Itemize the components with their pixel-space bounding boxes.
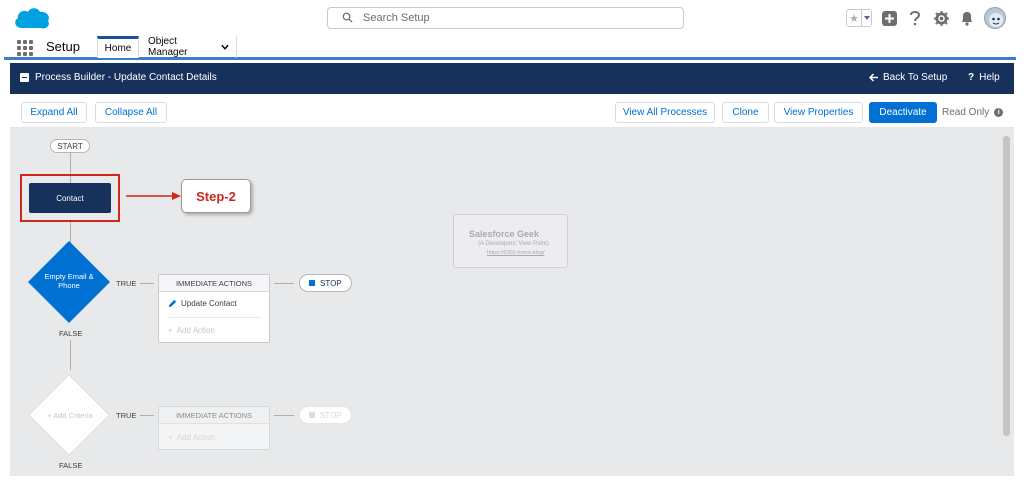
immediate-actions-header: IMMEDIATE ACTIONS <box>159 407 269 424</box>
salesforce-logo[interactable] <box>12 4 52 37</box>
app-name: Setup <box>46 39 80 54</box>
back-to-setup-link[interactable]: Back To Setup <box>869 72 947 83</box>
stop-square-icon <box>309 280 315 286</box>
info-icon[interactable]: i <box>994 108 1004 117</box>
help-icon[interactable] <box>906 9 924 27</box>
search-icon <box>342 12 353 23</box>
connector-line <box>70 340 71 370</box>
help-question-icon: ? <box>968 72 975 83</box>
step-callout: Step-2 <box>181 179 251 213</box>
pencil-icon <box>168 299 177 308</box>
false-label: FALSE <box>59 329 83 338</box>
plus-icon: + <box>168 433 173 442</box>
tab-object-manager[interactable]: Object Manager <box>141 36 237 58</box>
immediate-actions-box[interactable]: IMMEDIATE ACTIONS Update Contact + Add A… <box>158 274 270 343</box>
tab-object-manager-label: Object Manager <box>148 36 188 58</box>
action-update-contact[interactable]: Update Contact <box>168 299 237 308</box>
watermark-title: Salesforce Geek <box>469 229 540 239</box>
favorites-dropdown-icon[interactable] <box>861 10 871 26</box>
connector-line <box>274 415 294 416</box>
immediate-actions-box[interactable]: IMMEDIATE ACTIONS + Add Action <box>158 406 270 450</box>
vertical-scrollbar[interactable] <box>1003 136 1010 436</box>
connector-line <box>274 283 294 284</box>
process-builder-window: Search Setup ★ Setup Home Object Manager… <box>0 0 1024 487</box>
tab-home[interactable]: Home <box>97 36 139 58</box>
builder-toolbar: Expand All Collapse All View All Process… <box>10 94 1014 128</box>
process-canvas: START Contact Step-2 Empty Email & Phone… <box>10 128 1014 476</box>
view-properties-button[interactable]: View Properties <box>774 102 863 123</box>
search-input[interactable]: Search Setup <box>327 7 684 29</box>
help-label: Help <box>979 72 1000 83</box>
divider <box>167 317 261 318</box>
search-placeholder: Search Setup <box>363 12 430 24</box>
action-label: Update Contact <box>181 299 237 308</box>
add-criteria-label: + Add Criteria <box>47 411 93 420</box>
deactivate-button[interactable]: Deactivate <box>869 102 937 123</box>
app-navigation-bar: Setup Home Object Manager <box>4 36 1016 60</box>
tab-home-label: Home <box>104 43 132 54</box>
false-label: FALSE <box>59 461 83 470</box>
stop-square-icon <box>309 412 315 418</box>
stop-node: STOP <box>299 274 352 292</box>
plus-icon: + <box>168 326 173 335</box>
view-all-processes-button[interactable]: View All Processes <box>615 102 715 123</box>
stop-label: STOP <box>320 278 342 288</box>
add-action-label: Add Action <box>176 326 215 335</box>
process-title: Process Builder - Update Contact Details <box>35 72 217 83</box>
favorites-group: ★ <box>846 9 872 27</box>
avatar-icon[interactable] <box>984 7 1006 29</box>
stop-label: STOP <box>320 410 342 420</box>
process-builder-header: Process Builder - Update Contact Details… <box>10 63 1014 94</box>
true-label: TRUE <box>116 279 137 288</box>
favorites-star-icon[interactable]: ★ <box>847 10 861 26</box>
criteria-label: Empty Email & Phone <box>44 272 94 290</box>
add-action-link[interactable]: + Add Action <box>168 326 215 335</box>
global-header: Search Setup ★ <box>4 0 1016 36</box>
add-criteria-text: Add Criteria <box>53 411 93 420</box>
app-launcher-icon[interactable] <box>17 40 33 56</box>
read-only-indicator: Read Only i <box>942 107 1004 118</box>
add-action-link[interactable]: + Add Action <box>168 433 215 442</box>
connector-line <box>140 415 154 416</box>
start-node: START <box>50 139 90 153</box>
immediate-actions-header: IMMEDIATE ACTIONS <box>159 275 269 292</box>
back-to-setup-label: Back To Setup <box>883 72 948 83</box>
arrow-left-icon <box>869 73 878 82</box>
stop-node: STOP <box>299 406 352 424</box>
global-actions-plus-icon[interactable] <box>880 9 898 27</box>
notifications-bell-icon[interactable] <box>958 9 976 27</box>
process-builder-icon <box>20 73 29 82</box>
true-label: TRUE <box>116 411 137 420</box>
add-action-label: Add Action <box>176 433 215 442</box>
help-link[interactable]: ? Help <box>968 72 1000 83</box>
setup-gear-icon[interactable] <box>932 9 950 27</box>
connector-line <box>140 283 154 284</box>
watermark-url: https://6302.home.blog/ <box>487 250 545 256</box>
watermark-subtitle: (A Developers' View Point) <box>478 241 549 247</box>
expand-all-button[interactable]: Expand All <box>21 102 87 123</box>
collapse-all-button[interactable]: Collapse All <box>95 102 167 123</box>
header-icons: ★ <box>846 6 1006 30</box>
clone-button[interactable]: Clone <box>722 102 769 123</box>
read-only-label: Read Only <box>942 107 990 118</box>
callout-arrow-icon <box>126 192 181 200</box>
watermark: Salesforce Geek (A Developers' View Poin… <box>453 214 568 268</box>
chevron-down-icon[interactable] <box>221 44 229 50</box>
highlight-box <box>20 174 120 222</box>
